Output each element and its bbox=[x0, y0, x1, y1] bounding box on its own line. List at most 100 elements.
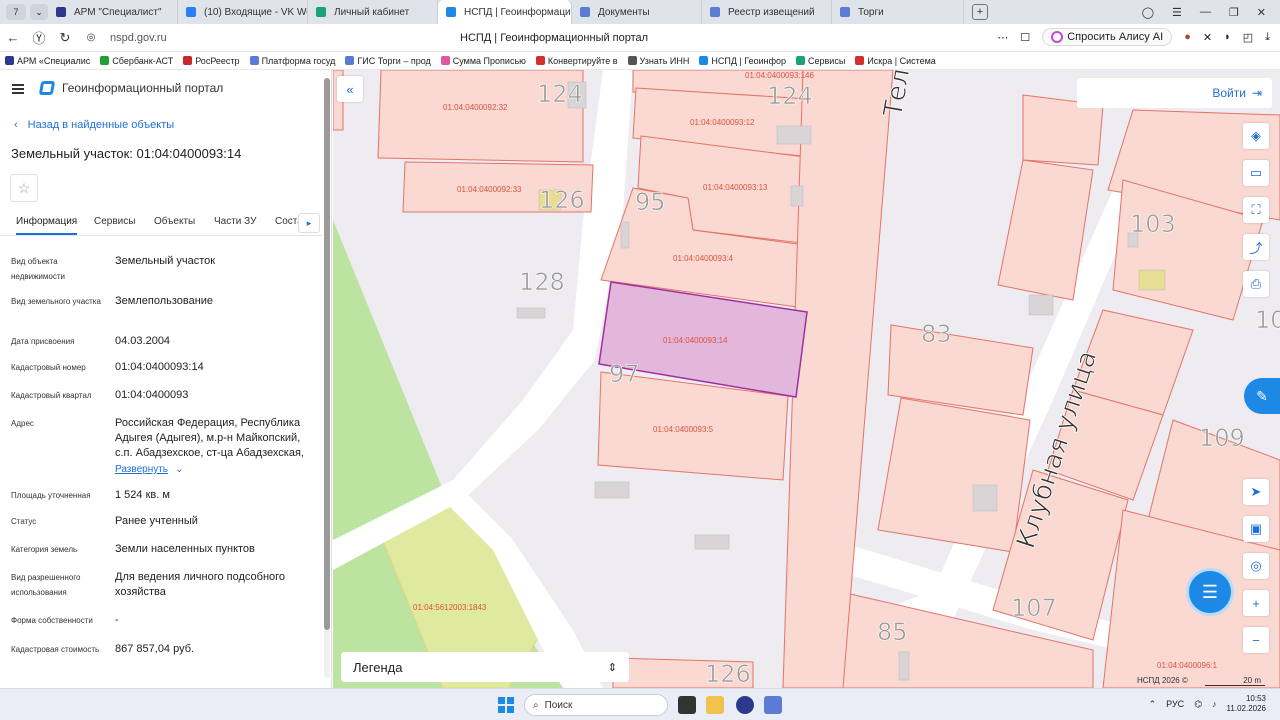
tab-favicon-icon bbox=[446, 7, 456, 17]
more-icon[interactable]: ⋯ bbox=[997, 31, 1008, 44]
parcel[interactable] bbox=[877, 397, 1031, 553]
app-icon[interactable] bbox=[764, 696, 782, 714]
assistant-badge-icon[interactable]: ✎ bbox=[1244, 378, 1280, 414]
panel-scrollbar[interactable] bbox=[324, 78, 330, 678]
house-number: 83 bbox=[921, 320, 952, 348]
parcel-label: 01:04:5612003:1843 bbox=[413, 603, 487, 612]
zoom-out-icon[interactable]: − bbox=[1243, 627, 1269, 653]
parcel-label: 01:04:0400093:13 bbox=[703, 183, 768, 192]
extension-icon[interactable]: ✕ bbox=[1203, 31, 1212, 44]
field-value: Ранее учтенный bbox=[115, 515, 198, 527]
menu-icon[interactable]: ☰ bbox=[1172, 6, 1182, 19]
chevron-up-icon[interactable]: ⌃ bbox=[1149, 699, 1157, 710]
site-info-icon[interactable]: ◎ bbox=[78, 32, 104, 43]
print-icon[interactable]: ⎙ bbox=[1243, 271, 1269, 297]
taskbar-search[interactable]: ⌕ Поиск bbox=[524, 694, 668, 716]
ruler-icon[interactable]: ▭ bbox=[1243, 160, 1269, 186]
bookmark-item[interactable]: ГИС Торги – прод bbox=[340, 56, 435, 66]
bookmark-item[interactable]: Узнать ИНН bbox=[623, 56, 695, 66]
tab-count-button[interactable]: 7 bbox=[6, 4, 26, 20]
favorite-star-icon[interactable]: ☆ bbox=[10, 174, 38, 202]
layers-icon[interactable]: ◈ bbox=[1243, 123, 1269, 149]
minimap-icon[interactable]: ▣ bbox=[1243, 516, 1269, 542]
restore-icon[interactable]: ❐ bbox=[1229, 6, 1239, 19]
expand-link[interactable]: Развернуть ⌄ bbox=[115, 462, 315, 477]
location-icon[interactable]: ◎ bbox=[1243, 553, 1269, 579]
back-arrow-icon[interactable]: ← bbox=[0, 30, 26, 45]
bookmark-item[interactable]: Платформа госуд bbox=[245, 56, 341, 66]
chevron-left-icon: ‹ bbox=[14, 119, 18, 131]
building bbox=[620, 221, 630, 249]
bookmark-item[interactable]: Конвертируйте в bbox=[531, 56, 623, 66]
field-value: 01:04:0400093 bbox=[115, 389, 189, 401]
bookmark-item[interactable]: Сервисы bbox=[791, 56, 850, 66]
bookmark-label: НСПД | Геоинфор bbox=[711, 55, 787, 66]
bookmark-item[interactable]: Сбербанк-АСТ bbox=[95, 56, 178, 66]
chat-icon[interactable]: ☰ bbox=[1186, 568, 1234, 616]
map-view[interactable]: 01:04:0400092:32 01:04:0400092:33 01:04:… bbox=[333, 70, 1280, 688]
browser-tab[interactable]: Реестр извещений bbox=[702, 0, 832, 24]
browser-tab[interactable]: Личный кабинет bbox=[308, 0, 438, 24]
navigate-icon[interactable]: ➤ bbox=[1243, 479, 1269, 505]
yandex-icon[interactable]: Ⓨ bbox=[26, 28, 52, 47]
task-view-icon[interactable] bbox=[678, 696, 696, 714]
bookmark-item[interactable]: НСПД | Геоинфор bbox=[694, 56, 791, 66]
bookmark-item[interactable]: РосРеестр bbox=[178, 56, 244, 66]
zoom-in-icon[interactable]: + bbox=[1243, 590, 1269, 616]
minimize-icon[interactable]: — bbox=[1200, 6, 1211, 19]
window-controls: ◯ ☰ — ❐ ✕ bbox=[1142, 6, 1280, 19]
url-field[interactable]: nspd.gov.ru bbox=[110, 32, 167, 44]
clock[interactable]: 10:53 11.02.2026 bbox=[1227, 694, 1266, 714]
extension-icon[interactable]: ◰ bbox=[1243, 31, 1253, 44]
new-tab-button[interactable]: + bbox=[972, 4, 988, 20]
scrollbar-thumb[interactable] bbox=[324, 78, 330, 630]
profile-icon[interactable]: ◯ bbox=[1142, 6, 1154, 19]
tabs-dropdown-icon[interactable]: ⌄ bbox=[30, 4, 48, 20]
field-label: Вид объекта недвижимости bbox=[11, 257, 65, 281]
volume-icon[interactable]: ♪ bbox=[1212, 699, 1217, 709]
chevron-down-icon: ⌄ bbox=[175, 464, 184, 475]
bookmark-favicon-icon bbox=[249, 56, 259, 65]
tab-services[interactable]: Сервисы bbox=[94, 216, 135, 227]
browser-tab-active[interactable]: НСПД | Геоинформацио ✕ bbox=[438, 0, 572, 24]
parcel-road-strip[interactable] bbox=[782, 70, 894, 688]
close-window-icon[interactable]: ✕ bbox=[1257, 6, 1266, 19]
yandex-browser-icon[interactable] bbox=[736, 696, 754, 714]
file-explorer-icon[interactable] bbox=[706, 696, 724, 714]
collapse-panel-icon[interactable]: « bbox=[337, 76, 363, 102]
network-icon[interactable]: ⌬ bbox=[1194, 699, 1202, 710]
tab-parts[interactable]: Части ЗУ bbox=[214, 216, 256, 227]
bookmark-item[interactable]: Искра | Система bbox=[850, 56, 941, 66]
tab-label: Реестр извещений bbox=[728, 6, 815, 18]
browser-tab[interactable]: АРМ "Специалист" bbox=[48, 0, 178, 24]
expand-label: Развернуть bbox=[115, 464, 169, 475]
browser-tab[interactable]: Документы bbox=[572, 0, 702, 24]
hamburger-menu-icon[interactable] bbox=[12, 84, 24, 94]
login-button[interactable]: Войти ⇥ bbox=[1077, 78, 1272, 108]
windows-start-icon[interactable] bbox=[498, 697, 514, 713]
select-area-icon[interactable]: ⛶ bbox=[1243, 197, 1269, 223]
browser-tab[interactable]: (10) Входящие - VK Workl bbox=[178, 0, 308, 24]
extension-icon[interactable]: ◗ bbox=[1224, 31, 1231, 43]
back-to-results-link[interactable]: ‹ Назад в найденные объекты bbox=[14, 119, 174, 131]
tab-favicon-icon bbox=[186, 7, 196, 17]
tab-information[interactable]: Информация bbox=[16, 216, 78, 235]
browser-tab[interactable]: Торги bbox=[832, 0, 964, 24]
cadastral-map[interactable]: 01:04:0400092:32 01:04:0400092:33 01:04:… bbox=[333, 70, 1280, 688]
legend-panel[interactable]: Легенда ⇕ bbox=[341, 652, 629, 682]
alisa-button[interactable]: Спросить Алису AI bbox=[1042, 28, 1173, 46]
login-label: Войти bbox=[1212, 86, 1246, 100]
extension-icon[interactable]: ● bbox=[1184, 31, 1191, 43]
downloads-icon[interactable]: ⤓ bbox=[1265, 31, 1270, 44]
bookmark-label: Платформа госуд bbox=[261, 55, 336, 66]
language-indicator[interactable]: РУС bbox=[1166, 699, 1184, 709]
reload-icon[interactable]: ↻ bbox=[52, 30, 78, 46]
app-name: Геоинформационный портал bbox=[62, 81, 224, 95]
tab-objects[interactable]: Объекты bbox=[154, 216, 195, 227]
bookmark-item[interactable]: Сумма Прописью bbox=[436, 56, 531, 66]
bookmark-item[interactable]: АРМ «Специалис bbox=[0, 56, 95, 66]
share-icon[interactable]: ⤴ bbox=[1243, 234, 1269, 260]
tabs-scroll-right-icon[interactable]: ▸ bbox=[298, 213, 320, 233]
bookmark-label: Сбербанк-АСТ bbox=[112, 55, 174, 66]
bookmark-icon[interactable]: ☐ bbox=[1020, 31, 1030, 44]
